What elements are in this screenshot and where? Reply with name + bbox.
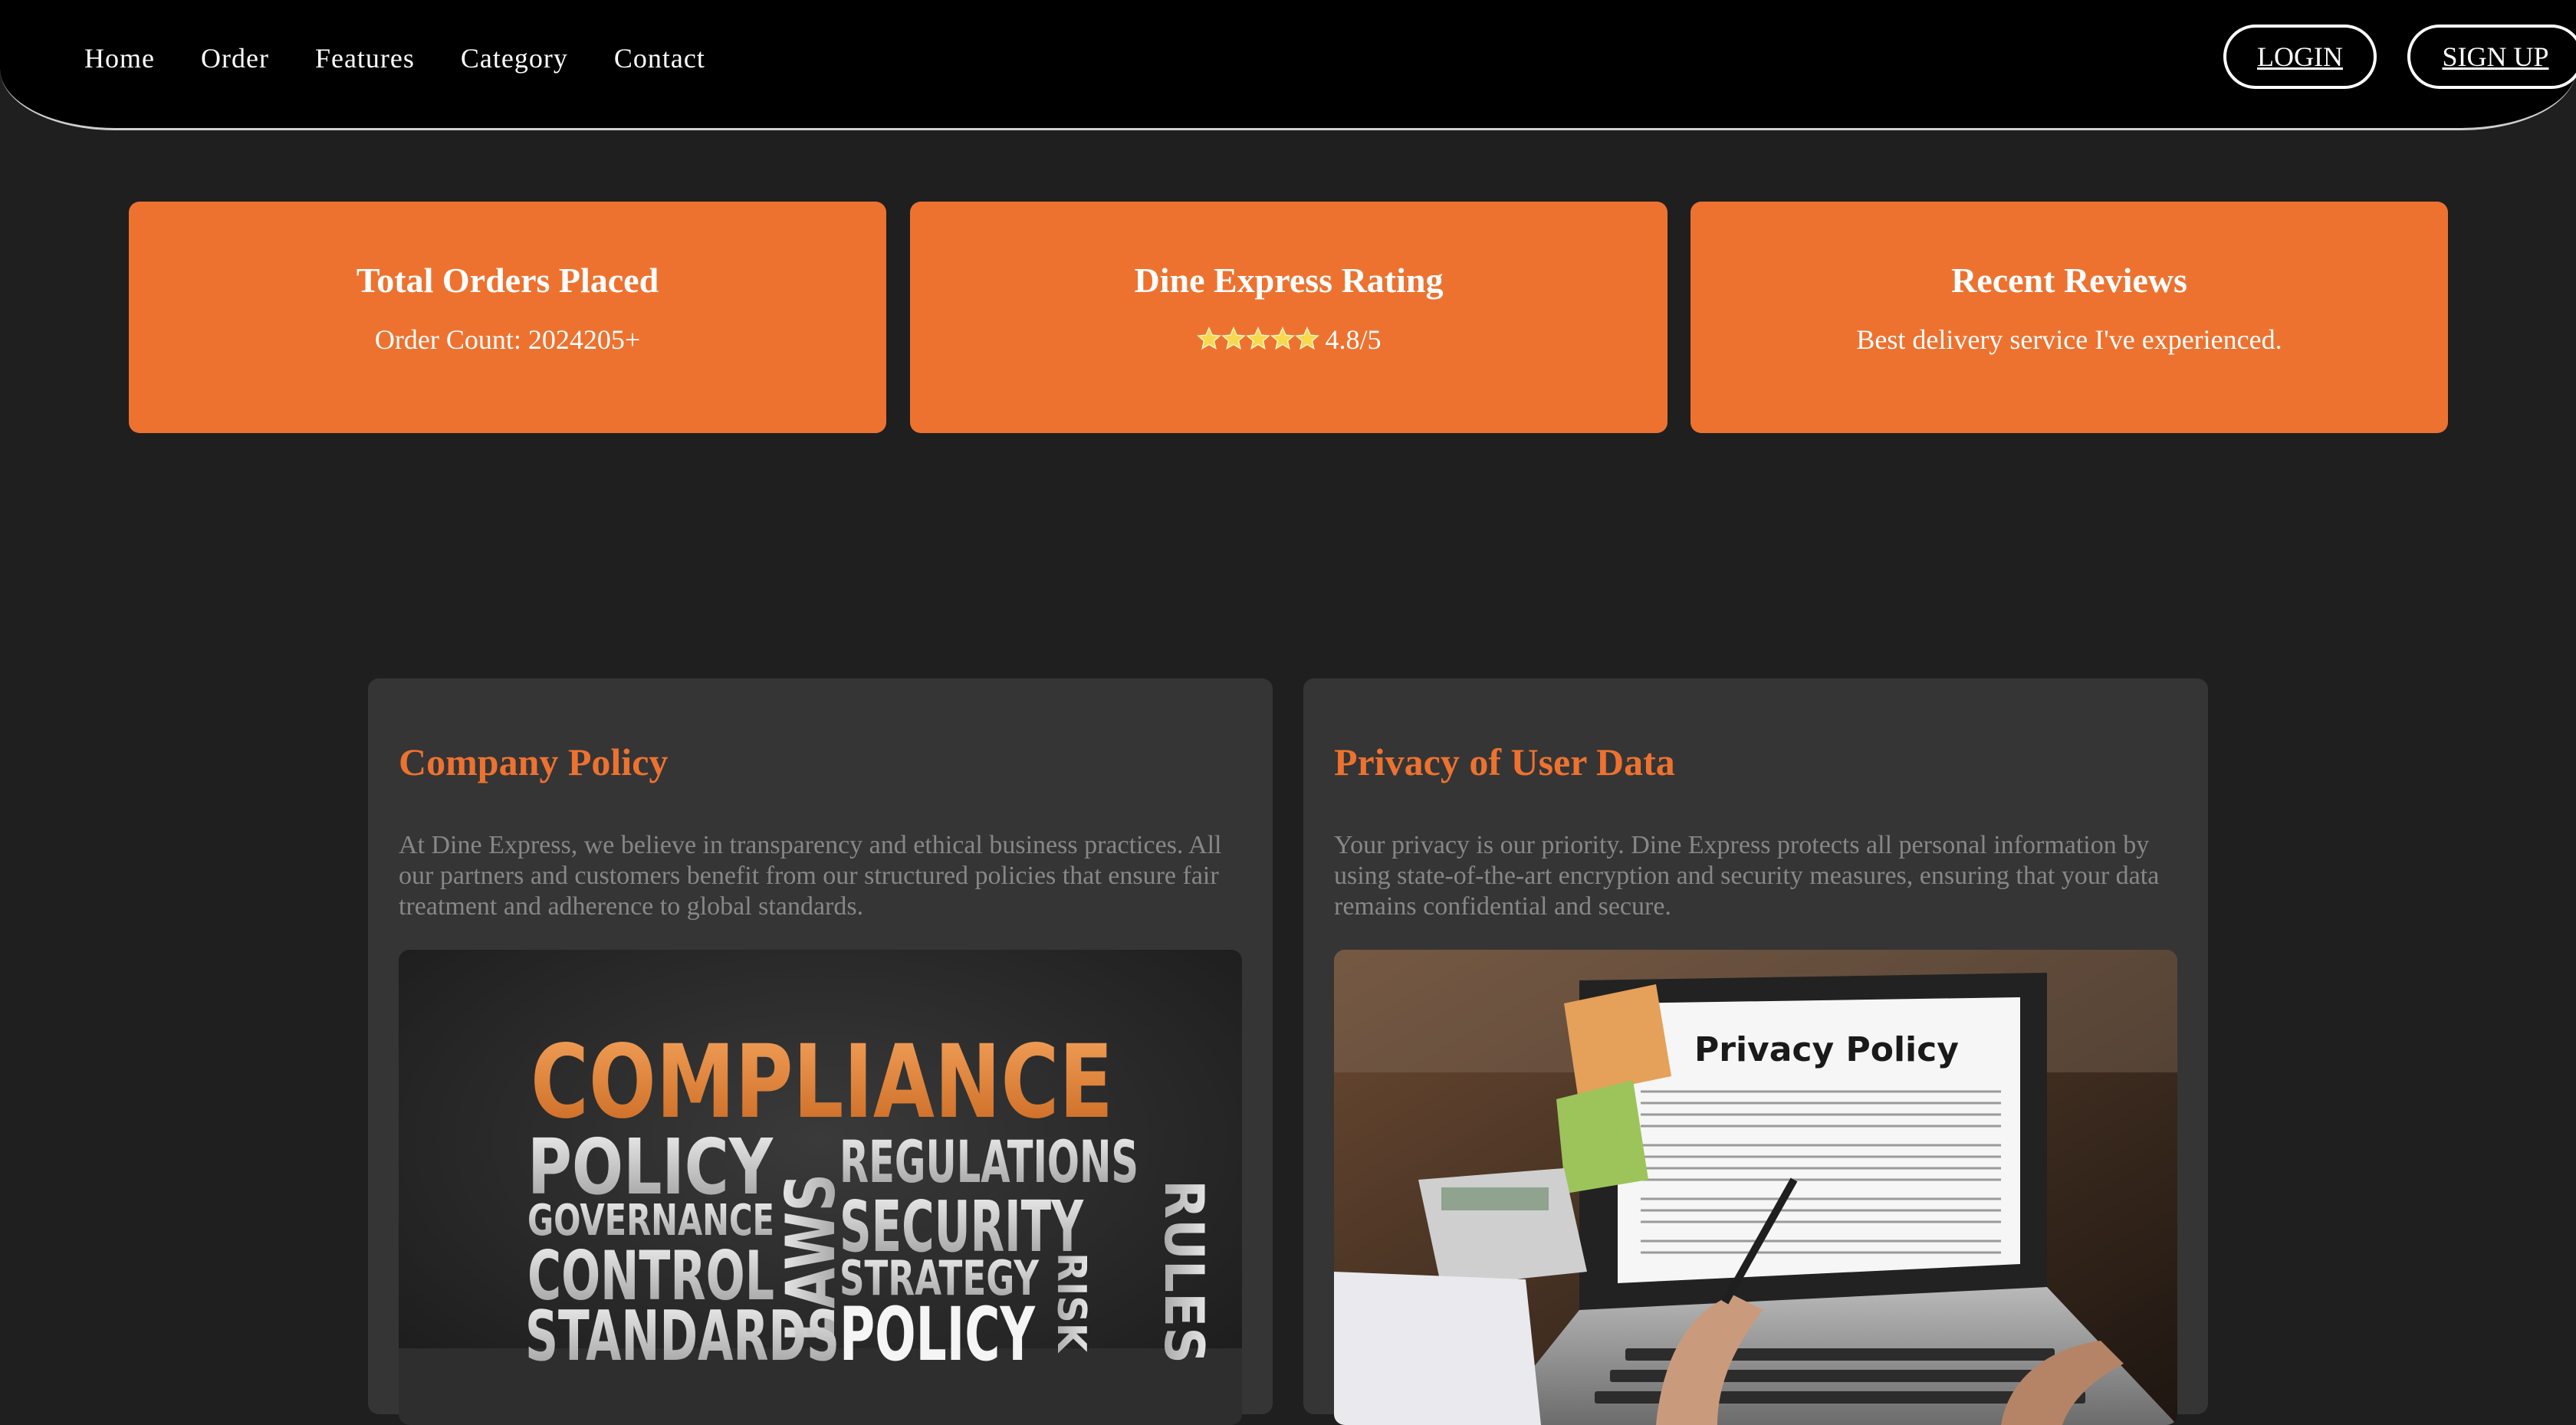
rating-stars	[1196, 326, 1320, 359]
star-icon	[1246, 327, 1271, 350]
star-icon	[1270, 327, 1296, 350]
star-icon	[1221, 327, 1247, 350]
top-navbar: Home Order Features Category Contact LOG…	[0, 0, 2576, 130]
privacy-title: Privacy of User Data	[1334, 740, 1675, 783]
nav-home-link[interactable]: Home	[84, 42, 155, 74]
stat-card-recent-reviews: Recent Reviews Best delivery service I'v…	[1691, 202, 2448, 433]
image-privacy-heading: Privacy Policy	[1694, 1030, 1959, 1069]
auth-buttons: LOGIN SIGN UP	[2223, 25, 2576, 89]
rating-value: 4.8/5	[1325, 324, 1382, 355]
company-policy-card: Company Policy At Dine Express, we belie…	[368, 678, 1273, 1425]
policy-title: Company Policy	[399, 740, 669, 783]
review-text: Best delivery service I've experienced.	[1856, 324, 2282, 355]
word-rules: RULES	[1152, 1180, 1215, 1364]
main-nav: Home Order Features Category Contact	[84, 0, 705, 117]
nav-features-link[interactable]: Features	[315, 42, 415, 74]
stat-card-total-orders: Total Orders Placed Order Count: 2024205…	[129, 202, 886, 433]
stat-title: Total Orders Placed	[356, 261, 659, 300]
star-icon	[1295, 327, 1320, 350]
stat-title: Dine Express Rating	[1134, 261, 1444, 300]
signup-button[interactable]: SIGN UP	[2407, 25, 2576, 89]
star-icon	[1197, 327, 1222, 350]
nav-category-link[interactable]: Category	[461, 42, 568, 74]
nav-contact-link[interactable]: Contact	[614, 42, 705, 74]
word-risk: RISK	[1048, 1253, 1094, 1354]
nav-order-link[interactable]: Order	[201, 42, 269, 74]
policy-text: At Dine Express, we believe in transpare…	[399, 831, 1222, 921]
compliance-word-cloud-image: COMPLIANCE POLICY REGULATIONS GOVERNANCE…	[399, 950, 1242, 1425]
stat-value: Order Count: 2024205+	[374, 324, 641, 355]
rating-row: 4.8/5	[910, 323, 1668, 359]
stat-card-rating: Dine Express Rating 4.8/5	[910, 202, 1668, 433]
privacy-card: Privacy of User Data Your privacy is our…	[1303, 678, 2208, 1425]
privacy-policy-laptop-image: Privacy Policy	[1334, 950, 2177, 1425]
stat-title: Recent Reviews	[1951, 261, 2187, 300]
word-standards: STANDARDS	[525, 1296, 840, 1377]
word-policy-2: POLICY	[840, 1292, 1036, 1377]
login-button[interactable]: LOGIN	[2223, 25, 2377, 89]
privacy-text: Your privacy is our priority. Dine Expre…	[1334, 831, 2160, 921]
